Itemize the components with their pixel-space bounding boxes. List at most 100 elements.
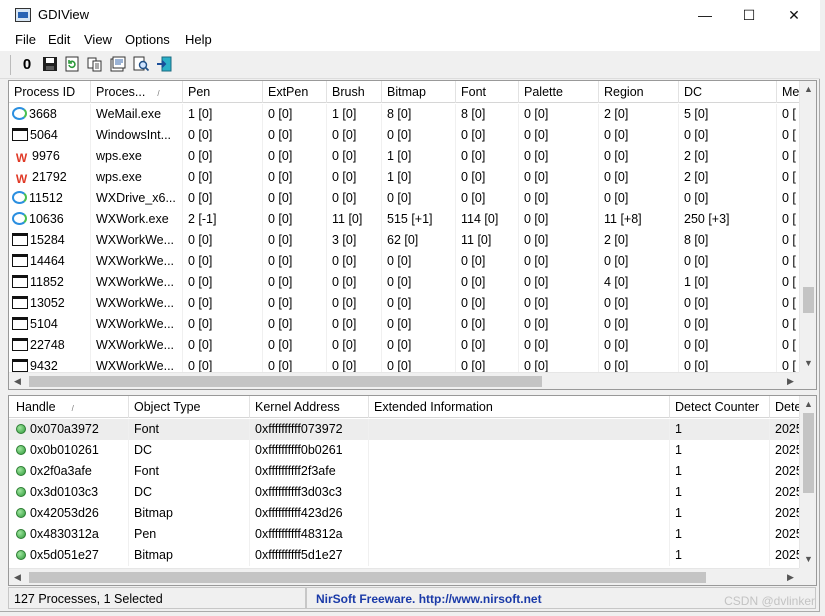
menu-options[interactable]: Options [125, 32, 170, 47]
handle-text: 0x2f0a3afe [30, 464, 92, 478]
menu-file[interactable]: File [15, 32, 36, 47]
cell-font: 0 [0] [456, 335, 519, 356]
col-extpen[interactable]: ExtPen [263, 81, 327, 103]
save-icon[interactable] [41, 55, 59, 73]
cell-region: 2 [0] [599, 104, 679, 125]
process-vscroll[interactable]: ▲ ▼ [799, 81, 816, 372]
cell-bitmap: 8 [0] [382, 104, 456, 125]
process-hscroll-thumb[interactable] [29, 376, 542, 387]
col-handle[interactable]: Handle / [9, 396, 129, 418]
sort-indicator-icon: / [157, 89, 160, 98]
col-kernel-address[interactable]: Kernel Address [250, 396, 369, 418]
cell-font: 11 [0] [456, 230, 519, 251]
cell-detect-time: 2025 [770, 419, 800, 440]
process-row[interactable]: 10636 WXWork.exe 2 [-1] 0 [0] 11 [0] 515 [+1]… [9, 209, 807, 230]
properties-icon[interactable]: 0 [18, 55, 36, 73]
process-row[interactable]: 5064 WindowsInt... 0 [0] 0 [0] 0 [0] 0 [0] 0 [… [9, 125, 807, 146]
find-icon[interactable] [132, 55, 150, 73]
gdi-object-row[interactable]: 0x3d0103c3 DC0xffffffffff3d03c3 12025 [9, 482, 800, 503]
process-row[interactable]: 3668 WeMail.exe 1 [0] 0 [0] 1 [0] 8 [0] 8 [0] 0… [9, 104, 807, 125]
col-detect-counter[interactable]: Detect Counter [670, 396, 770, 418]
col-pen[interactable]: Pen [183, 81, 263, 103]
window-app-icon [12, 254, 28, 267]
process-row[interactable]: 5104 WXWorkWe... 0 [0] 0 [0] 0 [0] 0 [0] 0 [0]… [9, 314, 807, 335]
cell-object-type: Bitmap [129, 545, 250, 566]
process-hscroll[interactable]: ◀ ▶ [9, 372, 799, 389]
report-icon[interactable] [109, 55, 127, 73]
col-dc[interactable]: DC [679, 81, 777, 103]
col-object-type[interactable]: Object Type [129, 396, 250, 418]
menu-edit[interactable]: Edit [48, 32, 70, 47]
cell-extended-info [369, 545, 670, 566]
menu-view[interactable]: View [84, 32, 112, 47]
scroll-left-icon[interactable]: ◀ [9, 569, 26, 585]
cell-bitmap: 0 [0] [382, 188, 456, 209]
close-button[interactable]: ✕ [771, 0, 817, 30]
process-row[interactable]: 14464 WXWorkWe... 0 [0] 0 [0] 0 [0] 0 [0] 0 [0… [9, 251, 807, 272]
process-id-text: 9432 [30, 359, 58, 373]
process-row[interactable]: 15284 WXWorkWe... 0 [0] 0 [0] 3 [0] 62 [0] 11 … [9, 230, 807, 251]
gdi-object-row[interactable]: 0x070a3972 Font0xffffffffff073972 12025 [9, 419, 800, 440]
process-row[interactable]: 22748 WXWorkWe... 0 [0] 0 [0] 0 [0] 0 [0] 0 [0… [9, 335, 807, 356]
object-vscroll[interactable]: ▲ ▼ [799, 396, 816, 568]
col-process-name[interactable]: Proces... / [91, 81, 183, 103]
process-row[interactable]: W 21792 wps.exe 0 [0] 0 [0] 0 [0] 1 [0] 0 [0] 0 … [9, 167, 807, 188]
cell-process-id: 10636 [9, 209, 91, 230]
scroll-right-icon[interactable]: ▶ [782, 373, 799, 389]
gdi-object-row[interactable]: 0x4830312a Pen0xffffffffff48312a 12025 [9, 524, 800, 545]
col-font[interactable]: Font [456, 81, 519, 103]
gdi-object-row[interactable]: 0x0b010261 DC0xffffffffff0b0261 12025 [9, 440, 800, 461]
process-id-text: 5104 [30, 317, 58, 331]
col-extended-info[interactable]: Extended Information [369, 396, 670, 418]
cell-detect-counter: 1 [670, 461, 770, 482]
wxwork-app-icon [12, 107, 27, 120]
process-row[interactable]: 11852 WXWorkWe... 0 [0] 0 [0] 0 [0] 0 [0] 0 [0… [9, 272, 807, 293]
cell-font: 114 [0] [456, 209, 519, 230]
exit-icon[interactable] [155, 55, 173, 73]
col-detect-time[interactable]: Dete [770, 396, 800, 418]
process-row[interactable]: W 9976 wps.exe 0 [0] 0 [0] 0 [0] 1 [0] 0 [0] 0 [… [9, 146, 807, 167]
object-vscroll-thumb[interactable] [803, 413, 814, 493]
process-row[interactable]: 11512 WXDrive_x6... 0 [0] 0 [0] 0 [0] 0 [0] 0 … [9, 188, 807, 209]
cell-font: 0 [0] [456, 146, 519, 167]
cell-process-id: W 21792 [9, 167, 91, 188]
copy-icon[interactable] [86, 55, 104, 73]
cell-dc: 0 [0] [679, 335, 777, 356]
cell-dc: 1 [0] [679, 272, 777, 293]
gdi-object-row[interactable]: 0x5d051e27 Bitmap0xffffffffff5d1e27 12025 [9, 545, 800, 566]
col-palette[interactable]: Palette [519, 81, 599, 103]
object-hscroll-thumb[interactable] [29, 572, 706, 583]
scroll-up-icon[interactable]: ▲ [800, 396, 816, 413]
maximize-button[interactable]: ☐ [726, 0, 772, 30]
scroll-down-icon[interactable]: ▼ [800, 551, 816, 568]
col-bitmap[interactable]: Bitmap [382, 81, 456, 103]
gdi-object-row[interactable]: 0x42053d26 Bitmap0xffffffffff423d26 12025 [9, 503, 800, 524]
scroll-down-icon[interactable]: ▼ [800, 355, 816, 372]
menu-help[interactable]: Help [185, 32, 212, 47]
nirsoft-link[interactable]: NirSoft Freeware. http://www.nirsoft.net [316, 592, 542, 606]
process-id-text: 10636 [29, 212, 64, 226]
minimize-button[interactable]: — [682, 0, 728, 30]
scroll-left-icon[interactable]: ◀ [9, 373, 26, 389]
cell-extpen: 0 [0] [263, 251, 327, 272]
cell-extpen: 0 [0] [263, 293, 327, 314]
cell-process-id: 22748 [9, 335, 91, 356]
title-bar[interactable]: GDIView — ☐ ✕ [0, 0, 820, 30]
toolbar-grip[interactable] [10, 55, 12, 75]
col-region[interactable]: Region [599, 81, 679, 103]
cell-extended-info [369, 524, 670, 545]
cell-process-name: WXWorkWe... [91, 293, 183, 314]
refresh-icon[interactable] [63, 55, 81, 73]
cell-detect-counter: 1 [670, 524, 770, 545]
col-process-id[interactable]: Process ID [9, 81, 91, 103]
scroll-right-icon[interactable]: ▶ [782, 569, 799, 585]
scroll-up-icon[interactable]: ▲ [800, 81, 816, 98]
gdi-object-list[interactable]: Handle / Object Type Kernel Address Exten… [8, 395, 817, 586]
gdi-object-row[interactable]: 0x2f0a3afe Font0xffffffffff2f3afe 12025 [9, 461, 800, 482]
col-brush[interactable]: Brush [327, 81, 382, 103]
gdi-object-header: Handle / Object Type Kernel Address Exten… [9, 396, 800, 418]
process-vscroll-thumb[interactable] [803, 287, 814, 313]
process-list[interactable]: Process ID Proces... / Pen ExtPen Brush B… [8, 80, 817, 390]
object-hscroll[interactable]: ◀ ▶ [9, 568, 799, 585]
process-row[interactable]: 13052 WXWorkWe... 0 [0] 0 [0] 0 [0] 0 [0] 0 [0… [9, 293, 807, 314]
